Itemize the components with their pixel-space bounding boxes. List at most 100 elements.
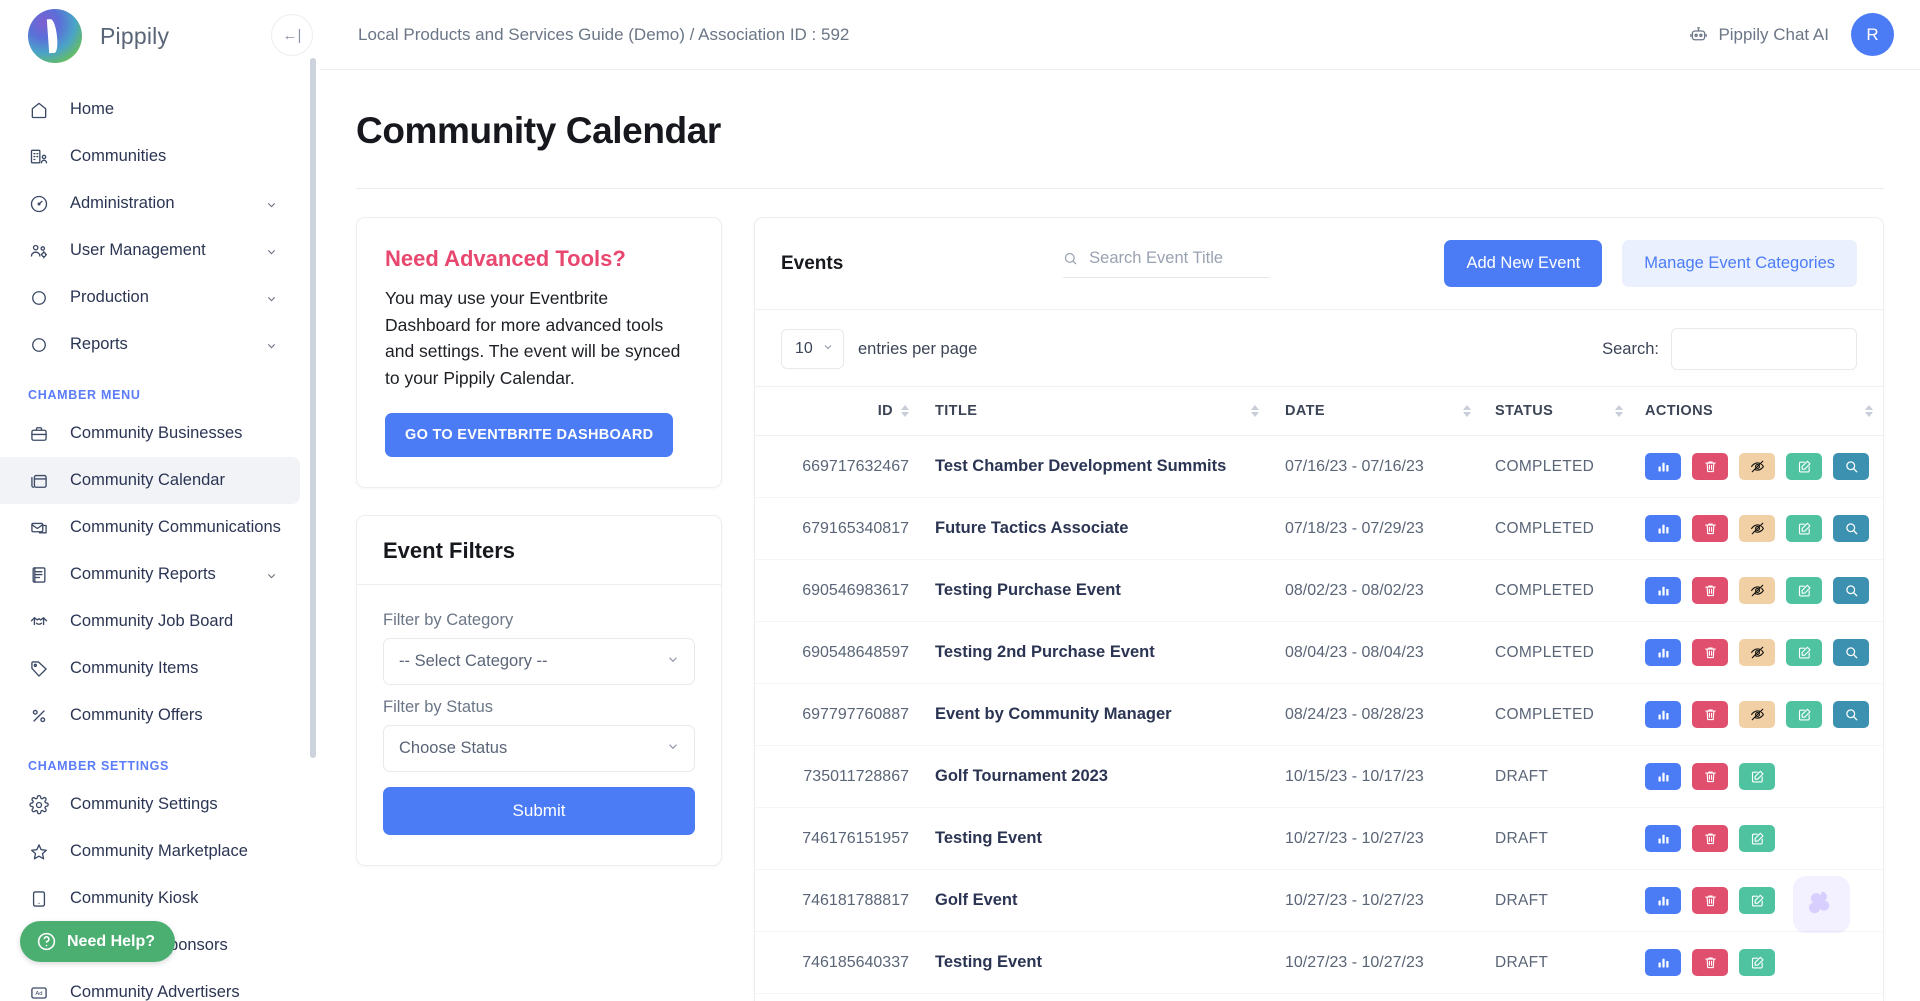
action-stats-button[interactable] <box>1645 949 1681 976</box>
cell-title: Testing Event <box>935 829 1042 847</box>
action-stats-button[interactable] <box>1645 825 1681 852</box>
sidebar-item-home[interactable]: Home <box>0 86 300 133</box>
action-stats-button[interactable] <box>1645 577 1681 604</box>
table-controls: 10 entries per page Search: <box>755 310 1883 386</box>
floating-chat-widget-button[interactable] <box>1793 876 1850 933</box>
action-view-button[interactable] <box>1833 701 1869 728</box>
sidebar-item-community-items[interactable]: Community Items <box>0 645 300 692</box>
action-hide-button[interactable] <box>1739 639 1775 666</box>
action-stats-button[interactable] <box>1645 701 1681 728</box>
sidebar-item-community-businesses[interactable]: Community Businesses <box>0 410 300 457</box>
action-delete-button[interactable] <box>1692 825 1728 852</box>
column-header-id[interactable]: ID <box>755 387 935 436</box>
sidebar-item-communities[interactable]: Communities <box>0 133 300 180</box>
action-view-button[interactable] <box>1833 577 1869 604</box>
sidebar-item-community-calendar[interactable]: Community Calendar <box>0 457 300 504</box>
action-view-button[interactable] <box>1833 515 1869 542</box>
column-label-status: STATUS <box>1495 403 1554 419</box>
add-new-event-button[interactable]: Add New Event <box>1444 240 1603 287</box>
go-to-eventbrite-dashboard-button[interactable]: GO TO EVENTBRITE DASHBOARD <box>385 413 674 458</box>
filter-category-select[interactable]: -- Select Category -- <box>383 638 695 686</box>
action-edit-button[interactable] <box>1739 949 1775 976</box>
action-hide-button[interactable] <box>1739 577 1775 604</box>
manage-event-categories-button[interactable]: Manage Event Categories <box>1622 240 1857 287</box>
cell-title: Testing Event <box>935 953 1042 971</box>
sidebar-item-administration[interactable]: Administration <box>0 180 300 227</box>
avatar[interactable]: R <box>1851 13 1894 56</box>
action-delete-button[interactable] <box>1692 887 1728 914</box>
chevron-down-icon[interactable] <box>265 338 278 351</box>
action-delete-button[interactable] <box>1692 577 1728 604</box>
event-title-search[interactable] <box>1063 249 1270 278</box>
action-view-button[interactable] <box>1833 639 1869 666</box>
gear-icon <box>28 794 50 816</box>
sidebar-item-community-settings[interactable]: Community Settings <box>0 781 300 828</box>
action-edit-button[interactable] <box>1786 577 1822 604</box>
cell-status: DRAFT <box>1495 891 1549 909</box>
sidebar-item-label: Community Advertisers <box>70 983 240 1001</box>
sidebar-item-community-reports[interactable]: Community Reports <box>0 551 300 598</box>
dashboard-icon <box>28 193 50 215</box>
filter-status-select[interactable]: Choose Status <box>383 725 695 773</box>
chevron-down-icon[interactable] <box>265 568 278 581</box>
action-stats-button[interactable] <box>1645 639 1681 666</box>
sidebar-item-community-communications[interactable]: Community Communications <box>0 504 300 551</box>
action-edit-button[interactable] <box>1739 763 1775 790</box>
cell-id: 746176151957 <box>802 829 909 847</box>
column-header-actions[interactable]: ACTIONS <box>1645 387 1883 436</box>
events-table-header-row: ID TITLE DATE STATUS ACTIONS <box>755 386 1883 436</box>
action-stats-button[interactable] <box>1645 763 1681 790</box>
cell-actions <box>1645 808 1883 870</box>
topbar: ←| Local Products and Services Guide (De… <box>271 0 1920 70</box>
chevron-down-icon[interactable] <box>265 197 278 210</box>
sidebar-item-community-advertisers[interactable]: Ad Community Advertisers <box>0 969 300 1001</box>
need-help-button[interactable]: Need Help? <box>20 921 176 962</box>
column-header-title[interactable]: TITLE <box>935 387 1285 436</box>
entries-per-page-select[interactable]: 10 <box>781 329 844 369</box>
row-action-buttons <box>1645 763 1883 790</box>
action-edit-button[interactable] <box>1786 701 1822 728</box>
cell-date: 07/18/23 - 07/29/23 <box>1285 519 1424 537</box>
action-edit-button[interactable] <box>1739 825 1775 852</box>
action-delete-button[interactable] <box>1692 515 1728 542</box>
column-header-status[interactable]: STATUS <box>1495 387 1645 436</box>
action-edit-button[interactable] <box>1786 515 1822 542</box>
sidebar-item-community-kiosk[interactable]: Community Kiosk <box>0 875 300 922</box>
sidebar-item-community-job-board[interactable]: Community Job Board <box>0 598 300 645</box>
action-edit-button[interactable] <box>1786 453 1822 480</box>
chevron-down-icon[interactable] <box>265 244 278 257</box>
action-delete-button[interactable] <box>1692 453 1728 480</box>
action-edit-button[interactable] <box>1786 639 1822 666</box>
sort-icon <box>1865 405 1873 417</box>
collapse-arrow-icon: ←| <box>282 26 302 44</box>
sidebar-item-user-management[interactable]: User Management <box>0 227 300 274</box>
action-edit-button[interactable] <box>1739 887 1775 914</box>
action-hide-button[interactable] <box>1739 515 1775 542</box>
sidebar-item-community-marketplace[interactable]: Community Marketplace <box>0 828 300 875</box>
action-view-button[interactable] <box>1833 453 1869 480</box>
action-hide-button[interactable] <box>1739 453 1775 480</box>
filters-submit-button[interactable]: Submit <box>383 787 695 836</box>
action-stats-button[interactable] <box>1645 453 1681 480</box>
table-search-input[interactable] <box>1671 328 1857 370</box>
action-stats-button[interactable] <box>1645 887 1681 914</box>
action-delete-button[interactable] <box>1692 701 1728 728</box>
events-table: ID TITLE DATE STATUS ACTIONS 66971763246… <box>755 386 1883 1001</box>
star-icon <box>28 841 50 863</box>
sidebar-item-community-offers[interactable]: Community Offers <box>0 692 300 739</box>
collapse-sidebar-button[interactable]: ←| <box>271 14 313 56</box>
sidebar-scrollbar-thumb[interactable] <box>310 58 316 758</box>
action-delete-button[interactable] <box>1692 763 1728 790</box>
sidebar-item-reports[interactable]: Reports <box>0 321 300 368</box>
action-hide-button[interactable] <box>1739 701 1775 728</box>
pippily-chat-ai-button[interactable]: Pippily Chat AI <box>1688 24 1829 45</box>
action-delete-button[interactable] <box>1692 639 1728 666</box>
action-stats-button[interactable] <box>1645 515 1681 542</box>
action-delete-button[interactable] <box>1692 949 1728 976</box>
cell-status: COMPLETED <box>1495 581 1595 599</box>
sidebar-item-production[interactable]: Production <box>0 274 300 321</box>
entries-per-page-value: 10 <box>795 340 813 357</box>
column-header-date[interactable]: DATE <box>1285 387 1495 436</box>
search-event-title-input[interactable] <box>1089 249 1270 268</box>
chevron-down-icon[interactable] <box>265 291 278 304</box>
